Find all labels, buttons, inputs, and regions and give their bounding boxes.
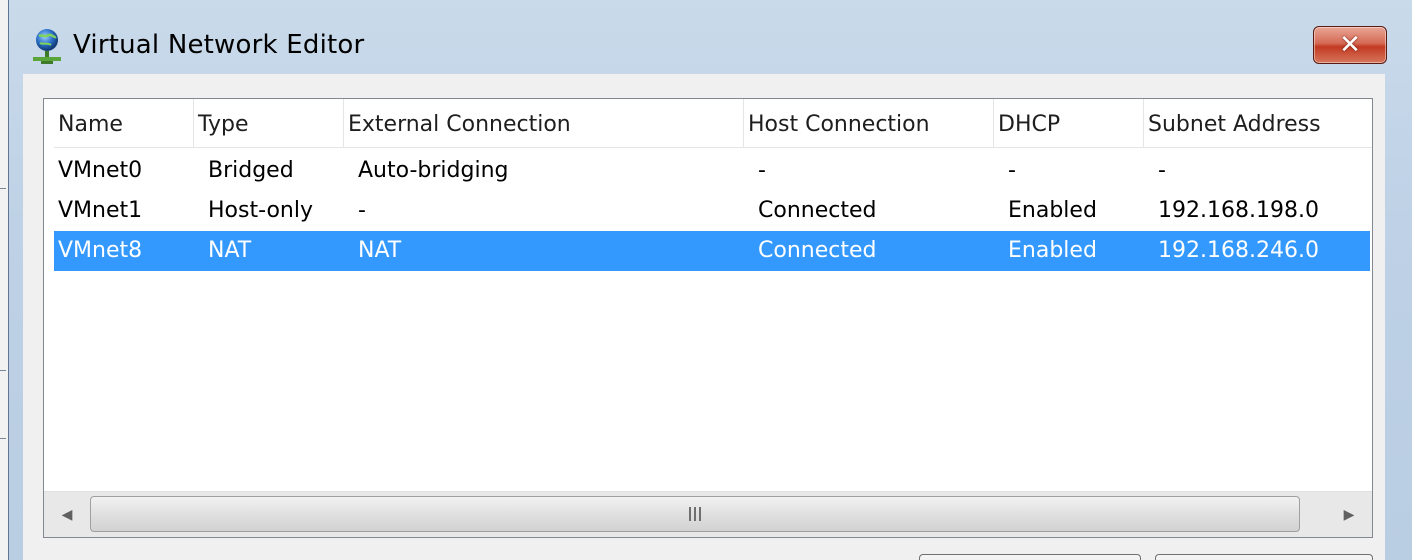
cell-type: Bridged [208, 158, 294, 183]
table-row-selected[interactable]: VMnet8 NAT NAT Connected Enabled 192.168… [54, 231, 1370, 271]
cell-type: Host-only [208, 198, 313, 223]
cell-host-connection: Connected [758, 198, 877, 223]
cell-dhcp: Enabled [1008, 198, 1097, 223]
title-bar[interactable]: Virtual Network Editor ✕ [9, 0, 1412, 72]
table-row[interactable]: VMnet1 Host-only - Connected Enabled 192… [54, 191, 1370, 231]
dialog-button[interactable] [919, 554, 1141, 560]
column-header-type[interactable]: Type [194, 99, 344, 147]
cell-external-connection: Auto-bridging [358, 158, 509, 183]
list-header: Name Type External Connection Host Conne… [54, 99, 1372, 148]
cell-dhcp: Enabled [1008, 238, 1097, 263]
desktop: Virtual Network Editor ✕ Name Type Exter… [0, 0, 1412, 560]
cell-subnet-address: 192.168.198.0 [1158, 198, 1319, 223]
cell-dhcp: - [1008, 158, 1016, 183]
column-header-subnet-address[interactable]: Subnet Address [1144, 99, 1372, 147]
cell-host-connection: Connected [758, 238, 877, 263]
horizontal-scrollbar[interactable]: ◀ ▶ [44, 491, 1372, 537]
dialog-client-area: Name Type External Connection Host Conne… [23, 74, 1385, 560]
table-row[interactable]: VMnet0 Bridged Auto-bridging - - - [54, 151, 1370, 191]
grip-icon [689, 507, 701, 521]
cell-external-connection: NAT [358, 238, 402, 263]
list-rows: VMnet0 Bridged Auto-bridging - - - VMnet… [54, 151, 1370, 271]
cell-name: VMnet0 [58, 158, 143, 183]
close-button[interactable]: ✕ [1313, 26, 1387, 64]
column-header-name[interactable]: Name [54, 99, 194, 147]
network-globe-icon [33, 29, 61, 64]
cell-name: VMnet1 [58, 198, 143, 223]
network-list[interactable]: Name Type External Connection Host Conne… [43, 98, 1373, 538]
scroll-left-arrow-icon[interactable]: ◀ [44, 492, 90, 537]
scroll-right-arrow-icon[interactable]: ▶ [1326, 492, 1372, 537]
window-title: Virtual Network Editor [73, 30, 365, 60]
cell-name: VMnet8 [58, 238, 143, 263]
dialog-button[interactable] [1155, 554, 1373, 560]
cell-host-connection: - [758, 158, 766, 183]
cell-external-connection: - [358, 198, 366, 223]
column-header-dhcp[interactable]: DHCP [994, 99, 1144, 147]
column-header-external-connection[interactable]: External Connection [344, 99, 744, 147]
scrollbar-thumb[interactable] [90, 496, 1300, 532]
cell-subnet-address: 192.168.246.0 [1158, 238, 1319, 263]
column-header-host-connection[interactable]: Host Connection [744, 99, 994, 147]
virtual-network-editor-dialog: Virtual Network Editor ✕ Name Type Exter… [8, 0, 1412, 560]
cell-subnet-address: - [1158, 158, 1166, 183]
cell-type: NAT [208, 238, 252, 263]
